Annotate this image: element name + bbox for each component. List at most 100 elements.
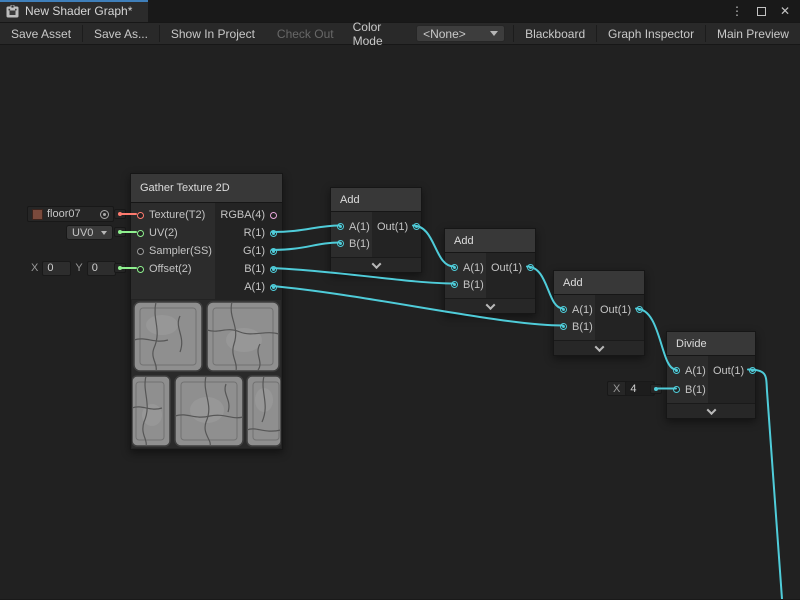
object-picker-icon[interactable] <box>100 210 109 219</box>
node-divide[interactable]: Divide A(1) B(1) Out(1) <box>666 331 756 419</box>
save-asset-button[interactable]: Save Asset <box>0 23 82 44</box>
port-label: B(1) <box>572 321 593 333</box>
main-preview-toggle-button[interactable]: Main Preview <box>706 23 800 44</box>
shader-graph-window: New Shader Graph* ⋮ ✕ Save Asset Save As… <box>0 0 800 600</box>
preview-expander[interactable] <box>667 403 755 418</box>
window-menu-icon[interactable]: ⋮ <box>731 5 743 17</box>
output-port-r[interactable] <box>270 230 277 237</box>
texture-thumbnail <box>32 209 43 220</box>
chevron-down-icon <box>101 231 107 235</box>
input-port-a[interactable] <box>673 367 680 374</box>
offset-vector2-field: X 0 Y 0 <box>30 260 116 276</box>
expand-chevron-icon <box>485 300 495 310</box>
divide-b-value-field: X 4 <box>607 381 655 396</box>
node-body: A(1) B(1) Out(1) <box>445 253 535 298</box>
uv-channel-dropdown[interactable]: UV0 <box>66 225 113 240</box>
preview-expander[interactable] <box>554 340 644 355</box>
color-mode-value: <None> <box>423 27 466 41</box>
node-title[interactable]: Gather Texture 2D <box>131 174 282 203</box>
input-port-uv[interactable] <box>137 230 144 237</box>
color-mode-label: Color Mode <box>345 23 416 44</box>
graph-canvas[interactable]: floor07 UV0 X 0 Y 0 X 4 Gather Texture 2… <box>0 45 800 599</box>
output-port-out[interactable] <box>636 306 643 313</box>
texture-object-field[interactable]: floor07 <box>27 206 114 222</box>
input-port-a[interactable] <box>451 264 458 271</box>
output-panel: RGBA(4) R(1) G(1) B(1) <box>215 203 282 299</box>
uv-port-chip[interactable] <box>114 227 126 237</box>
port-label: UV(2) <box>149 227 178 239</box>
input-port-b[interactable] <box>337 240 344 247</box>
tab-title: New Shader Graph* <box>25 4 132 18</box>
color-mode-dropdown[interactable]: <None> <box>416 25 505 42</box>
node-add-1[interactable]: Add A(1) B(1) Out(1) <box>330 187 422 273</box>
node-add-3[interactable]: Add A(1) B(1) Out(1) <box>553 270 645 356</box>
port-label: B(1) <box>685 384 706 396</box>
input-port-b[interactable] <box>560 323 567 330</box>
node-body: A(1) B(1) Out(1) <box>331 212 421 257</box>
offset-x-input[interactable]: 0 <box>42 261 71 276</box>
expand-chevron-icon <box>371 259 381 269</box>
output-port-g[interactable] <box>270 248 277 255</box>
port-label: B(1) <box>349 238 370 250</box>
input-port-sampler[interactable] <box>137 248 144 255</box>
divisor-port-chip[interactable] <box>650 384 662 394</box>
offset-y-input[interactable]: 0 <box>87 261 116 276</box>
output-port-a[interactable] <box>270 284 277 291</box>
maximize-icon[interactable] <box>757 7 766 16</box>
port-label: R(1) <box>244 227 265 239</box>
toolbar: Save Asset Save As... Show In Project Ch… <box>0 22 800 45</box>
blackboard-toggle-button[interactable]: Blackboard <box>514 23 596 44</box>
port-row-rgba: RGBA(4) <box>215 206 282 224</box>
port-row-sampler: Sampler(SS) <box>131 242 215 260</box>
graph-inspector-toggle-button[interactable]: Graph Inspector <box>597 23 705 44</box>
input-panel: Texture(T2) UV(2) Sampler(SS) Offset(2) <box>131 203 215 299</box>
port-label: A(1) <box>244 281 265 293</box>
offset-port-chip[interactable] <box>114 263 126 273</box>
output-panel: Out(1) <box>595 301 648 335</box>
port-label: A(1) <box>349 221 370 233</box>
input-port-a[interactable] <box>560 306 567 313</box>
node-title[interactable]: Add <box>445 229 535 253</box>
port-label: Texture(T2) <box>149 209 205 221</box>
port-label: Out(1) <box>713 365 744 377</box>
output-port-out[interactable] <box>749 367 756 374</box>
show-in-project-button[interactable]: Show In Project <box>160 23 266 44</box>
node-title[interactable]: Add <box>554 271 644 295</box>
preview-expander[interactable] <box>445 298 535 313</box>
input-port-offset[interactable] <box>137 266 144 273</box>
port-label: Out(1) <box>377 221 408 233</box>
save-as-button[interactable]: Save As... <box>83 23 159 44</box>
input-panel: A(1) B(1) <box>667 356 708 403</box>
output-port-b[interactable] <box>270 266 277 273</box>
y-axis-label: Y <box>74 262 83 274</box>
node-body: A(1) B(1) Out(1) <box>667 356 755 403</box>
titlebar: New Shader Graph* ⋮ ✕ <box>0 0 800 22</box>
output-port-out[interactable] <box>527 264 534 271</box>
port-label: B(1) <box>463 279 484 291</box>
close-icon[interactable]: ✕ <box>780 5 790 17</box>
shader-graph-asset-icon <box>6 5 19 18</box>
expand-chevron-icon <box>594 342 604 352</box>
output-port-out[interactable] <box>413 223 420 230</box>
node-title[interactable]: Divide <box>667 332 755 356</box>
port-row-r: R(1) <box>215 224 282 242</box>
x-axis-label: X <box>30 262 39 274</box>
port-dot <box>118 230 122 234</box>
port-label: Offset(2) <box>149 263 192 275</box>
port-row-a: A(1) <box>331 218 372 235</box>
node-add-2[interactable]: Add A(1) B(1) Out(1) <box>444 228 536 314</box>
input-port-texture[interactable] <box>137 212 144 219</box>
input-port-b[interactable] <box>451 281 458 288</box>
check-out-button: Check Out <box>266 23 345 44</box>
output-port-rgba[interactable] <box>270 212 277 219</box>
tab-new-shader-graph[interactable]: New Shader Graph* <box>0 0 148 22</box>
input-port-a[interactable] <box>337 223 344 230</box>
input-port-b[interactable] <box>673 386 680 393</box>
node-gather-texture-2d[interactable]: Gather Texture 2D Texture(T2) UV(2) Samp… <box>130 173 283 450</box>
port-row-a: A(1) <box>554 301 595 318</box>
port-label: Out(1) <box>600 304 631 316</box>
port-row-uv: UV(2) <box>131 224 215 242</box>
node-title[interactable]: Add <box>331 188 421 212</box>
texture-port-chip[interactable] <box>114 209 126 219</box>
preview-expander[interactable] <box>331 257 421 272</box>
